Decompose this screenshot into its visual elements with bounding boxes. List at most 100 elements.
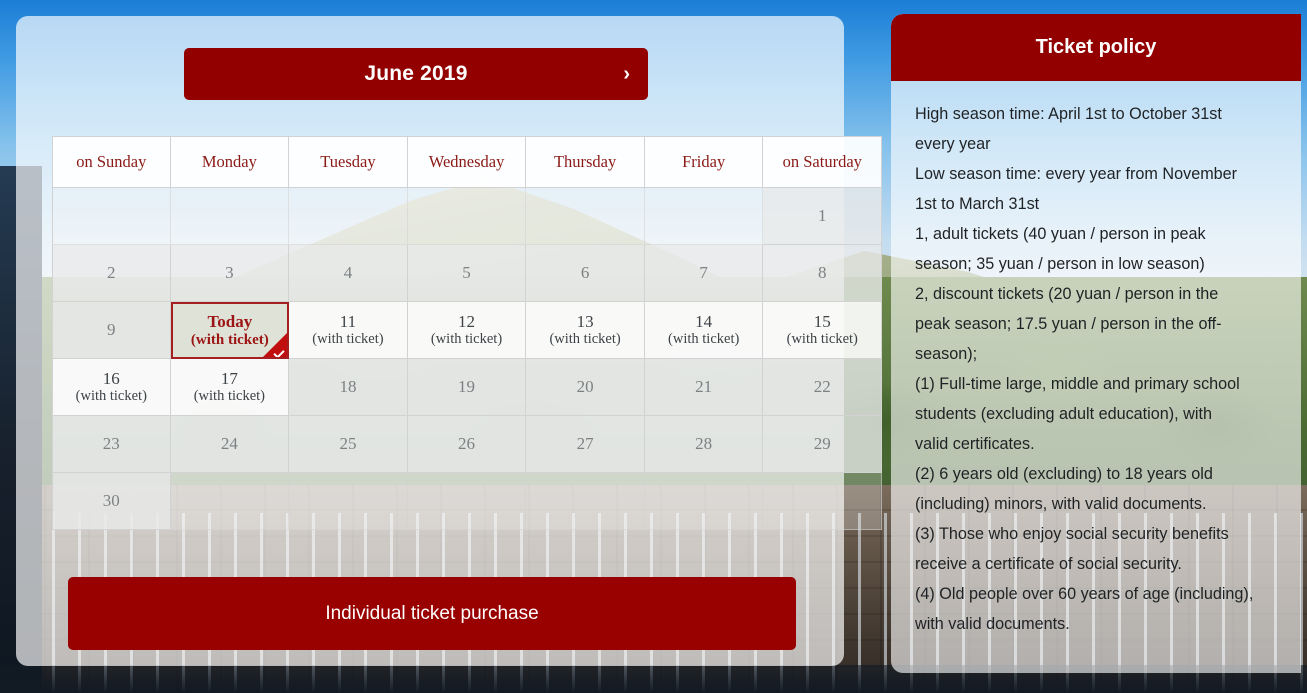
calendar-day-ticket-note: (with ticket): [430, 331, 503, 348]
calendar-day-cell[interactable]: 23: [52, 416, 171, 473]
purchase-button-label: Individual ticket purchase: [325, 602, 539, 624]
calendar-week-row: 2 3 4 5 6 7 8: [52, 245, 883, 302]
calendar-day-cell[interactable]: 11 (with ticket): [289, 302, 408, 359]
calendar-week-row: 30: [52, 473, 883, 530]
chevron-right-icon[interactable]: ›: [623, 64, 630, 84]
calendar-day-number: 6: [580, 263, 590, 283]
calendar-day-number: 15: [813, 311, 831, 331]
calendar-day-ticket-note: (with ticket): [312, 331, 384, 348]
ticket-policy-line: (4) Old people over 60 years of age (inc…: [915, 585, 1254, 603]
ticket-policy-body: High season time: April 1st to October 3…: [891, 81, 1301, 649]
calendar-day-number: 19: [458, 377, 476, 397]
calendar-day-number: 1: [818, 206, 827, 226]
calendar-day-number: 9: [107, 320, 116, 340]
calendar-day-cell[interactable]: 29: [763, 416, 883, 473]
calendar-day-empty: [526, 188, 645, 245]
calendar-day-cell[interactable]: 12 (with ticket): [407, 302, 527, 359]
calendar-day-cell[interactable]: 15 (with ticket): [763, 302, 883, 359]
calendar-day-cell[interactable]: 8: [763, 245, 883, 302]
calendar-weekday-header: Monday: [170, 136, 290, 188]
calendar-day-ticket-note: (with ticket): [668, 331, 740, 348]
calendar-grid: on Sunday Monday Tuesday Wednesday Thursday F…: [52, 136, 883, 530]
calendar-day-empty: [289, 188, 408, 245]
calendar-day-cell[interactable]: 18: [289, 359, 408, 416]
calendar-day-ticket-note: (with ticket): [190, 332, 269, 349]
calendar-day-cell[interactable]: 19: [407, 359, 527, 416]
ticket-policy-line: 1, adult tickets (40 yuan / person in pe…: [915, 225, 1206, 243]
calendar-day-number: 23: [102, 434, 120, 454]
calendar-day-number: Today: [207, 311, 253, 331]
calendar-day-number: 21: [695, 377, 713, 397]
calendar-day-number: 20: [576, 377, 594, 397]
calendar-day-cell[interactable]: 2: [52, 245, 171, 302]
calendar-day-number: 13: [576, 311, 594, 331]
calendar-day-empty: [52, 188, 171, 245]
calendar-day-empty: [526, 473, 645, 530]
calendar-week-row: 1: [52, 188, 883, 245]
ticket-policy-line: (2) 6 years old (excluding) to 18 years …: [915, 465, 1213, 483]
calendar-day-today[interactable]: Today (with ticket): [170, 302, 290, 359]
calendar-day-cell[interactable]: 20: [526, 359, 645, 416]
ticket-policy-line: (including) minors, with valid documents…: [915, 495, 1207, 513]
calendar-weekday-header: Tuesday: [289, 136, 408, 188]
calendar-day-cell[interactable]: 6: [526, 245, 645, 302]
calendar-week-row: 9 Today (with ticket) 11 (with ticket) 12 (wit…: [52, 302, 883, 359]
month-label: June 2019: [364, 62, 468, 85]
calendar-day-number: 28: [695, 434, 713, 454]
calendar-day-number: 4: [343, 263, 353, 283]
calendar-day-number: 11: [339, 311, 357, 331]
calendar-day-empty: [407, 188, 527, 245]
calendar-day-cell[interactable]: 9: [52, 302, 171, 359]
calendar-day-ticket-note: (with ticket): [549, 331, 621, 348]
calendar-day-number: 3: [225, 263, 234, 283]
calendar-day-cell[interactable]: 26: [407, 416, 527, 473]
calendar-day-cell[interactable]: 4: [289, 245, 408, 302]
calendar-day-empty: [170, 473, 290, 530]
calendar-day-cell[interactable]: 22: [763, 359, 883, 416]
calendar-day-number: 30: [102, 491, 120, 511]
calendar-day-cell[interactable]: 3: [170, 245, 290, 302]
calendar-day-cell[interactable]: 1: [763, 188, 883, 245]
calendar-card: June 2019 › on Sunday Monday Tuesday Wednes…: [16, 16, 883, 666]
calendar-day-cell[interactable]: 7: [644, 245, 764, 302]
calendar-day-number: 7: [699, 263, 708, 283]
calendar-day-cell[interactable]: 28: [644, 416, 764, 473]
individual-ticket-purchase-button[interactable]: Individual ticket purchase: [68, 577, 796, 650]
calendar-day-number: 22: [813, 377, 831, 397]
calendar-day-cell[interactable]: 13 (with ticket): [526, 302, 645, 359]
calendar-week-row: 16 (with ticket) 17 (with ticket) 18 19 20 21 22: [52, 359, 883, 416]
calendar-day-cell[interactable]: 14 (with ticket): [644, 302, 764, 359]
calendar-day-number: 18: [339, 377, 357, 397]
ticket-policy-panel: Ticket policy High season time: April 1s…: [891, 14, 1301, 673]
calendar-day-empty: [763, 473, 883, 530]
month-header-bar[interactable]: June 2019 ›: [184, 48, 648, 100]
calendar-day-number: 29: [813, 434, 831, 454]
calendar-day-cell[interactable]: 30: [52, 473, 171, 530]
calendar-weekday-row: on Sunday Monday Tuesday Wednesday Thursday F…: [52, 136, 883, 188]
calendar-day-number: 16: [102, 368, 120, 388]
calendar-day-number: 27: [576, 434, 594, 454]
calendar-day-cell[interactable]: 17 (with ticket): [170, 359, 290, 416]
ticket-policy-line: (3) Those who enjoy social security bene…: [915, 525, 1229, 543]
calendar-day-cell[interactable]: 25: [289, 416, 408, 473]
ticket-policy-line: season);: [915, 345, 978, 363]
calendar-day-cell[interactable]: 24: [170, 416, 290, 473]
calendar-day-empty: [407, 473, 527, 530]
calendar-day-cell[interactable]: 16 (with ticket): [52, 359, 171, 416]
calendar-day-number: 12: [458, 311, 476, 331]
calendar-weekday-header: on Sunday: [52, 136, 171, 188]
calendar-day-empty: [644, 188, 764, 245]
ticket-policy-line: valid certificates.: [915, 435, 1035, 453]
calendar-day-number: 24: [220, 434, 238, 454]
calendar-weekday-header: Thursday: [526, 136, 645, 188]
ticket-policy-title: Ticket policy: [1035, 36, 1157, 58]
calendar-day-cell[interactable]: 5: [407, 245, 527, 302]
calendar-weekday-header: Friday: [644, 136, 764, 188]
calendar-day-cell[interactable]: 27: [526, 416, 645, 473]
ticket-policy-line: High season time: April 1st to October 3…: [915, 105, 1222, 123]
calendar-day-cell[interactable]: 21: [644, 359, 764, 416]
calendar-day-number: 14: [695, 311, 713, 331]
calendar-day-ticket-note: (with ticket): [75, 388, 147, 405]
ticket-policy-line: with valid documents.: [915, 615, 1070, 633]
ticket-policy-header: Ticket policy: [891, 14, 1301, 81]
